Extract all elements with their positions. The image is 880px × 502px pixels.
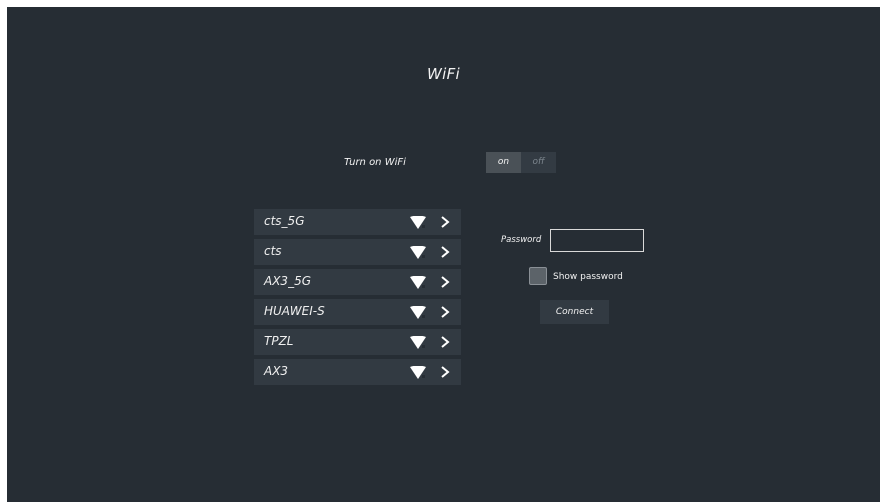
show-password-checkbox[interactable] <box>529 267 547 285</box>
network-name: AX3_5G <box>264 274 311 288</box>
connect-button[interactable]: Connect <box>540 300 609 324</box>
wifi-signal-icon <box>410 306 426 319</box>
password-label: Password <box>501 235 542 245</box>
chevron-right-icon <box>441 366 450 378</box>
password-input[interactable] <box>550 229 644 252</box>
network-item[interactable]: AX3_5G <box>254 269 461 295</box>
network-name: HUAWEI-S <box>264 304 325 318</box>
wifi-signal-icon <box>410 366 426 379</box>
page-title: WiFi <box>427 65 460 83</box>
chevron-right-icon <box>441 306 450 318</box>
wifi-off-option[interactable]: off <box>521 152 556 173</box>
network-name: cts <box>264 244 282 258</box>
network-item[interactable]: TPZL <box>254 329 461 355</box>
chevron-right-icon <box>441 336 450 348</box>
wifi-settings-screen: WiFi Turn on WiFi on off cts_5G cts AX3_… <box>7 7 880 502</box>
network-item[interactable]: HUAWEI-S <box>254 299 461 325</box>
wifi-on-option[interactable]: on <box>486 152 521 173</box>
network-name: TPZL <box>264 334 294 348</box>
wifi-signal-icon <box>410 276 426 289</box>
wifi-toggle[interactable]: on off <box>486 152 556 173</box>
wifi-signal-icon <box>410 246 426 259</box>
wifi-signal-icon <box>410 336 426 349</box>
network-item[interactable]: cts <box>254 239 461 265</box>
wifi-signal-icon <box>410 216 426 229</box>
wifi-toggle-label: Turn on WiFi <box>344 157 406 168</box>
network-item[interactable]: AX3 <box>254 359 461 385</box>
chevron-right-icon <box>441 216 450 228</box>
chevron-right-icon <box>441 246 450 258</box>
network-name: AX3 <box>264 364 289 378</box>
show-password-label: Show password <box>553 272 623 282</box>
network-item[interactable]: cts_5G <box>254 209 461 235</box>
network-list: cts_5G cts AX3_5G HUAWEI-S TPZL AX3 <box>254 209 461 389</box>
chevron-right-icon <box>441 276 450 288</box>
network-name: cts_5G <box>264 214 305 228</box>
